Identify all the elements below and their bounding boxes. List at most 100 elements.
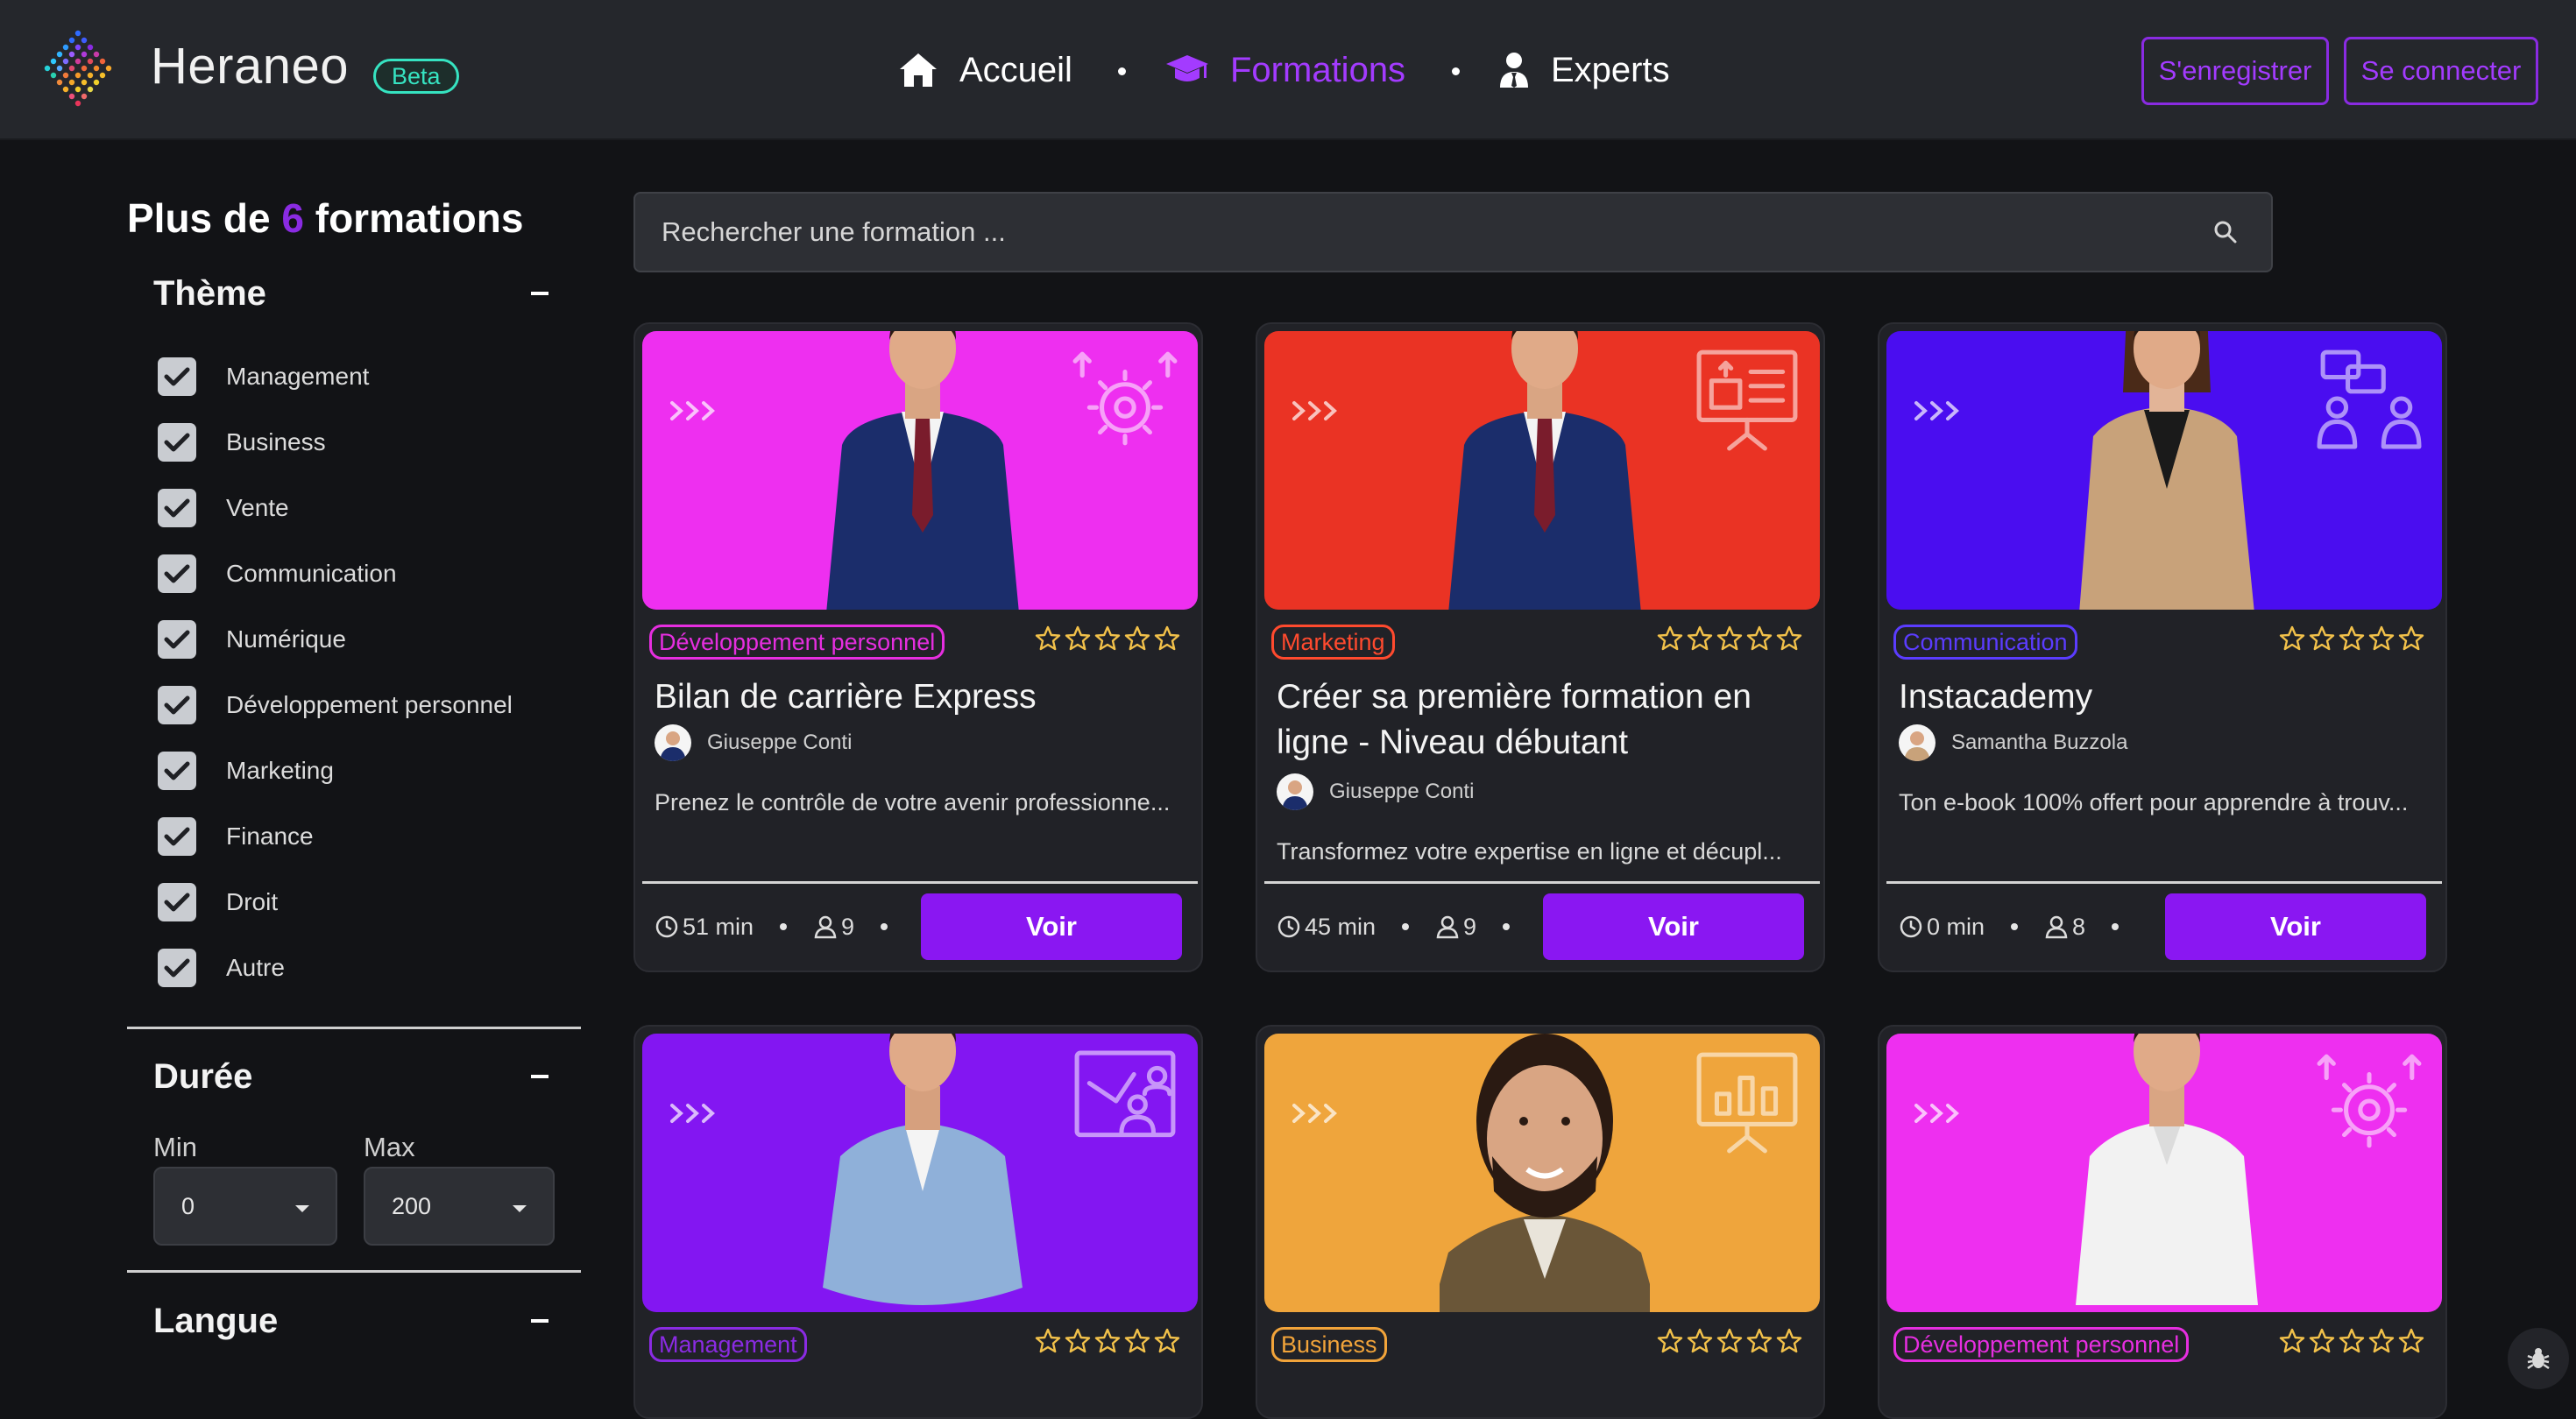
star-outline-icon[interactable] [1687,625,1713,652]
card-author[interactable]: Giuseppe Conti [655,724,852,762]
star-outline-icon[interactable] [1687,1328,1713,1354]
theme-filter-option[interactable]: Numérique [158,618,346,660]
checkbox[interactable] [158,883,196,921]
chevrons-right-icon [1914,401,1959,420]
star-outline-icon[interactable] [1065,625,1091,652]
star-outline-icon[interactable] [1065,1328,1091,1354]
checkbox[interactable] [158,686,196,724]
check-icon [164,564,190,583]
card-banner[interactable] [1886,1034,2442,1312]
star-outline-icon[interactable] [1094,1328,1121,1354]
star-outline-icon[interactable] [2309,625,2335,652]
card-banner[interactable] [1264,1034,1820,1312]
heraneo-logo[interactable] [39,26,117,112]
nav-label-accueil: Accueil [959,50,1072,89]
nav-item-accueil[interactable]: Accueil [898,42,1072,98]
card-footer: 0 min 8 [1899,893,2145,960]
card-title[interactable]: Instacademy [1899,674,2424,720]
theme-filter-option[interactable]: Développement personnel [158,684,513,726]
checkbox[interactable] [158,489,196,527]
formation-card[interactable]: Marketing Créer sa première formation en … [1256,322,1825,972]
formation-card[interactable]: Développement personnel Bilan de carrière… [633,322,1203,972]
card-banner[interactable] [642,331,1198,610]
checkbox[interactable] [158,423,196,462]
theme-filter-option[interactable]: Marketing [158,750,334,792]
theme-filter-option[interactable]: Finance [158,815,314,858]
duration-collapse-toggle[interactable] [531,1075,548,1078]
star-outline-icon[interactable] [1776,625,1802,652]
presentation-board-icon [1696,349,1798,451]
nav-item-experts[interactable]: Experts [1498,42,1670,98]
theme-filter-option[interactable]: Droit [158,881,278,923]
checkbox[interactable] [158,949,196,987]
checkbox[interactable] [158,357,196,396]
view-formation-button[interactable]: Voir [1543,893,1804,960]
star-outline-icon[interactable] [1657,625,1683,652]
formation-card[interactable]: Développement personnel [1878,1025,2447,1419]
theme-filter-option[interactable]: Communication [158,553,397,595]
card-description: Transformez votre expertise en ligne et … [1277,838,1782,865]
expert-photo [823,1034,1023,1305]
checkbox[interactable] [158,620,196,659]
debug-button[interactable] [2508,1328,2569,1389]
star-outline-icon[interactable] [2398,1328,2424,1354]
theme-filter-option[interactable]: Business [158,421,326,463]
star-outline-icon[interactable] [1716,1328,1743,1354]
theme-filter-option[interactable]: Vente [158,487,289,529]
star-outline-icon[interactable] [1776,1328,1802,1354]
star-outline-icon[interactable] [1716,625,1743,652]
star-outline-icon[interactable] [1154,625,1180,652]
formation-card[interactable]: Management [633,1025,1203,1419]
title-prefix: Plus de [127,195,271,241]
star-outline-icon[interactable] [1124,625,1150,652]
card-banner[interactable] [1886,331,2442,610]
star-outline-icon[interactable] [2279,1328,2305,1354]
register-button[interactable]: S'enregistrer [2141,37,2329,105]
avatar [1899,724,1936,761]
language-collapse-toggle[interactable] [531,1319,548,1323]
star-outline-icon[interactable] [2309,1328,2335,1354]
card-banner[interactable] [1264,331,1820,610]
star-outline-icon[interactable] [2339,625,2365,652]
theme-filter-option[interactable]: Management [158,356,369,398]
star-outline-icon[interactable] [1154,1328,1180,1354]
graduation-cap-icon [1166,55,1208,81]
star-outline-icon[interactable] [1094,625,1121,652]
card-author[interactable]: Samantha Buzzola [1899,724,2127,762]
max-duration-select[interactable]: 200 [364,1167,555,1246]
theme-collapse-toggle[interactable] [531,292,548,295]
theme-filter-option[interactable]: Autre [158,947,285,989]
checkbox[interactable] [158,752,196,790]
login-button[interactable]: Se connecter [2344,37,2538,105]
star-outline-icon[interactable] [2398,625,2424,652]
star-outline-icon[interactable] [1035,1328,1061,1354]
view-formation-button[interactable]: Voir [921,893,1182,960]
star-outline-icon[interactable] [1657,1328,1683,1354]
star-outline-icon[interactable] [2279,625,2305,652]
view-formation-button[interactable]: Voir [2165,893,2426,960]
card-title[interactable]: Bilan de carrière Express [655,674,1180,720]
star-outline-icon[interactable] [2368,625,2395,652]
nav-item-formations[interactable]: Formations [1165,42,1405,98]
star-outline-icon[interactable] [2368,1328,2395,1354]
card-title[interactable]: Créer sa première formation en ligne - N… [1277,674,1802,766]
star-outline-icon[interactable] [1124,1328,1150,1354]
checkbox[interactable] [158,554,196,593]
team-board-icon [1074,1050,1176,1138]
min-duration-select[interactable]: 0 [153,1167,337,1246]
star-outline-icon[interactable] [1035,625,1061,652]
brand-name[interactable]: Heraneo [151,37,349,95]
search-input[interactable] [662,194,2151,271]
star-outline-icon[interactable] [2339,1328,2365,1354]
search-icon[interactable] [2213,220,2238,244]
meta-separator [1402,923,1410,930]
card-author[interactable]: Giuseppe Conti [1277,773,1474,811]
star-outline-icon[interactable] [1746,625,1773,652]
checkbox[interactable] [158,817,196,856]
formation-card[interactable]: Communication Instacademy Samantha Buzzola… [1878,322,2447,972]
star-outline-icon[interactable] [1746,1328,1773,1354]
checkbox-label: Management [226,363,370,390]
card-banner[interactable] [642,1034,1198,1312]
learners-meta: 9 [1435,914,1476,941]
formation-card[interactable]: Business [1256,1025,1825,1419]
